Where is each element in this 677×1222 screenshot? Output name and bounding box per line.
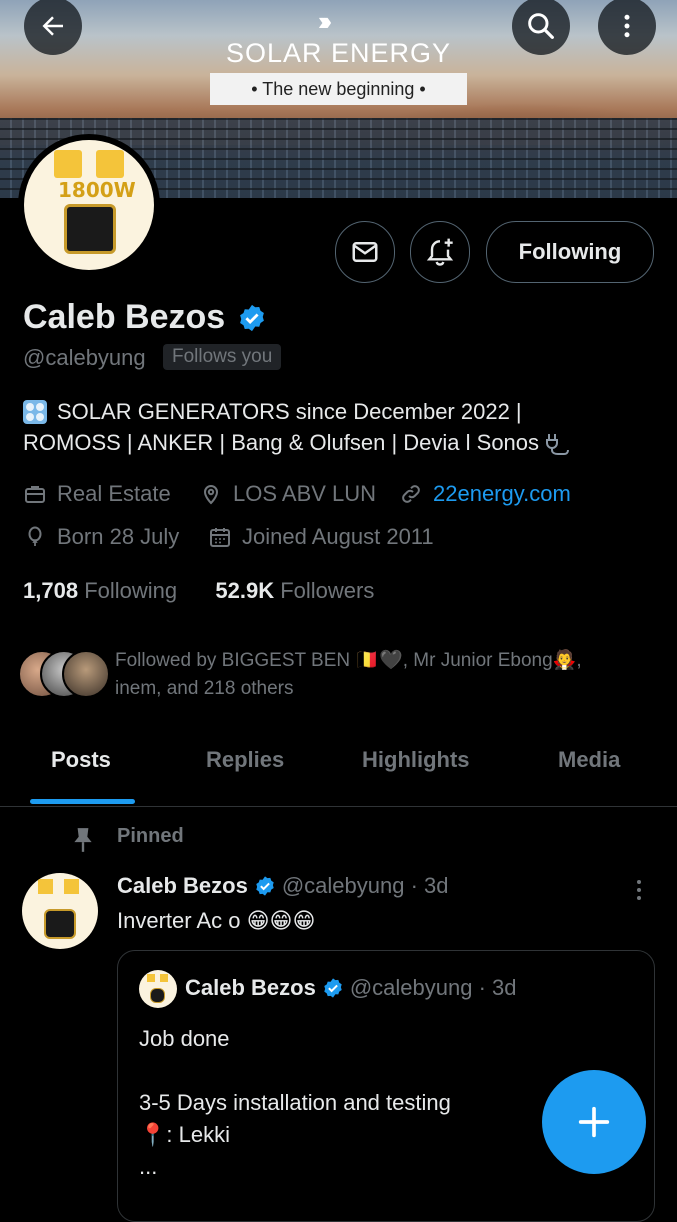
bio-line-1: SOLAR GENERATORS since December 2022 | — [57, 399, 522, 424]
chevrons-logo-icon: ››› — [318, 6, 332, 36]
profile-birthday: Born 28 July — [23, 524, 179, 550]
tab-highlights[interactable]: Highlights — [362, 747, 470, 773]
post-author-avatar[interactable] — [22, 873, 98, 949]
profile-category: Real Estate — [23, 481, 171, 507]
tab-media[interactable]: Media — [558, 747, 620, 773]
tab-replies[interactable]: Replies — [206, 747, 284, 773]
banner-tagline: • The new beginning • — [210, 73, 467, 105]
following-stat[interactable]: 1,708 Following — [23, 578, 177, 603]
verified-badge-icon — [240, 304, 264, 332]
banner-brand: SOLAR ENERGY — [225, 38, 452, 68]
search-icon — [528, 13, 554, 39]
post-header: Caleb Bezos @calebyung · 3d — [117, 873, 448, 899]
profile-location: LOS ABV LUN — [199, 481, 376, 507]
envelope-icon — [352, 242, 378, 262]
fan-emoji-icon — [23, 399, 47, 424]
profile-avatar[interactable]: 1800W — [18, 134, 160, 276]
profile-name: Caleb Bezos — [23, 298, 226, 336]
avatar-label: 1800W — [58, 178, 136, 202]
notifications-button[interactable] — [410, 221, 470, 283]
profile-handle: @calebyung — [23, 345, 146, 370]
balloon-icon — [28, 526, 42, 546]
follows-you-badge: Follows you — [163, 344, 282, 370]
following-count: 1,708 — [23, 578, 79, 603]
quoted-author-name: Caleb Bezos — [185, 975, 316, 1000]
bell-plus-icon — [426, 238, 454, 266]
compose-button[interactable] — [542, 1070, 646, 1174]
link-icon — [402, 485, 420, 503]
location-pin-icon — [203, 485, 219, 505]
arrow-left-icon — [42, 16, 63, 36]
more-vertical-icon — [624, 14, 630, 38]
quoted-post-header: Caleb Bezos @calebyung · 3d — [185, 975, 516, 1001]
pin-icon — [74, 828, 92, 852]
followed-by-line-1: Followed by BIGGEST BEN 🇧🇪🖤, Mr Junior E… — [115, 650, 582, 671]
follower-avatar[interactable] — [62, 650, 110, 698]
verified-badge-icon — [324, 978, 342, 998]
plus-icon — [578, 1106, 610, 1138]
bio-line-2: ROMOSS | ANKER | Bang & Olufsen | Devia … — [23, 430, 540, 455]
quoted-author-avatar — [139, 970, 177, 1008]
followed-by-line-2: inem, and 218 others — [115, 678, 294, 699]
profile-joined: Joined August 2011 — [208, 524, 434, 550]
profile-bio: SOLAR GENERATORS since December 2022 | R… — [23, 396, 663, 458]
more-vertical-icon[interactable] — [627, 876, 651, 904]
website-link[interactable]: 22energy.com — [433, 481, 571, 507]
following-label: Following — [84, 578, 178, 603]
tabs-divider — [0, 806, 677, 807]
following-button[interactable]: Following — [486, 221, 654, 283]
message-button[interactable] — [335, 221, 395, 283]
verified-badge-icon — [256, 876, 274, 896]
pinned-label: Pinned — [117, 825, 184, 847]
category-text: Real Estate — [57, 481, 171, 506]
profile-stats: 1,708 Following 52.9K Followers — [23, 578, 374, 604]
active-tab-indicator — [30, 799, 135, 804]
tab-posts[interactable]: Posts — [51, 747, 111, 773]
location-text: LOS ABV LUN — [233, 481, 377, 506]
followers-label: Followers — [280, 578, 375, 603]
followed-by-text[interactable]: Followed by BIGGEST BEN 🇧🇪🖤, Mr Junior E… — [115, 647, 655, 703]
birthday-text: Born 28 July — [57, 524, 180, 549]
joined-text: Joined August 2011 — [242, 524, 434, 549]
post-text: Inverter Ac o 😁😁😁 — [117, 908, 316, 933]
profile-website[interactable]: 22energy.com — [399, 481, 571, 507]
followers-count: 52.9K — [215, 578, 275, 603]
followers-stat[interactable]: 52.9K Followers — [215, 578, 374, 603]
calendar-icon — [210, 528, 230, 547]
plug-icon — [546, 433, 570, 455]
post-meta: @calebyung · 3d — [281, 873, 449, 898]
quoted-post-meta: @calebyung · 3d — [349, 975, 517, 1000]
briefcase-icon — [25, 486, 45, 503]
quoted-post-text: Job done 3-5 Days installation and testi… — [139, 1026, 451, 1179]
post-author-name[interactable]: Caleb Bezos — [117, 873, 248, 899]
